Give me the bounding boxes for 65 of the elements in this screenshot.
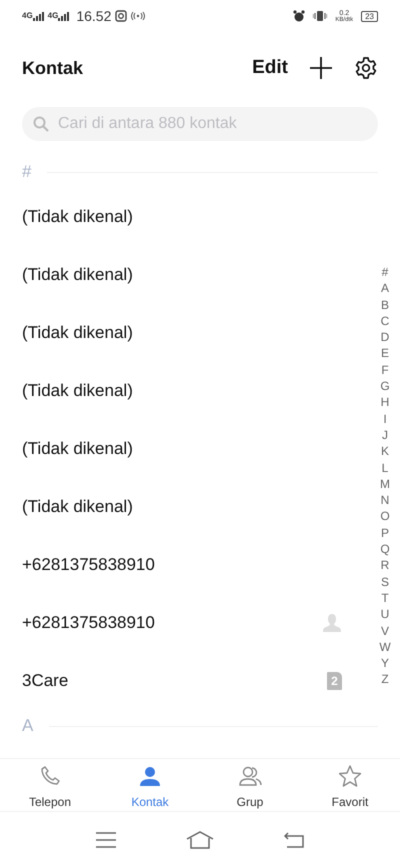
back-button[interactable] [284,832,304,848]
index-letter[interactable]: U [378,606,392,623]
index-letter[interactable]: K [378,443,392,460]
network-type: 4G [22,12,33,20]
index-letter[interactable]: E [378,345,392,362]
contact-row[interactable]: (Tidak dikenal) [0,304,362,362]
tab[interactable]: Grup [200,759,300,811]
tab[interactable]: Kontak [100,759,200,811]
index-letter[interactable]: N [378,492,392,508]
person-icon [322,613,342,633]
sim-badge: 2 [327,672,342,690]
contact-row[interactable]: (Tidak dikenal) [0,246,362,304]
battery-level: 23 [361,10,378,22]
index-letter[interactable]: P [378,524,392,542]
hotspot-icon [131,11,146,21]
section-letter: A [22,715,34,738]
index-letter[interactable]: Q [378,541,392,558]
index-letter[interactable]: S [378,574,392,590]
index-letter[interactable]: G [378,378,392,394]
menu-button[interactable] [96,832,116,848]
phone-icon [38,765,62,787]
group-icon [238,765,262,787]
index-letter[interactable]: R [378,557,392,574]
star-icon [338,765,362,787]
camera-icon [115,10,128,22]
index-letter[interactable]: W [378,638,392,656]
contact-row[interactable]: (Tidak dikenal) [0,188,362,246]
index-letter[interactable]: H [378,394,392,411]
home-button[interactable] [186,831,214,849]
section-letter: # [22,161,32,184]
tab[interactable]: Favorit [300,759,400,811]
contact-row[interactable]: +6281375838910 [0,594,362,652]
index-letter[interactable]: I [378,410,392,427]
index-letter[interactable]: A [378,280,392,297]
index-letter[interactable]: B [378,296,392,313]
person-icon [138,765,162,787]
edit-button[interactable]: Edit [252,54,288,82]
signal-icon [32,12,44,20]
index-letter[interactable]: V [378,622,392,639]
index-letter[interactable]: M [378,476,392,492]
add-button[interactable] [310,57,332,79]
index-letter[interactable]: L [378,460,392,476]
signal-icon [58,12,70,20]
contact-row[interactable]: (Tidak dikenal) [0,478,362,536]
page-title: Kontak [22,56,84,80]
clock-time: 16.52 [76,6,112,26]
vibrate-icon [313,10,328,22]
index-letter[interactable]: # [378,264,392,280]
alarm-icon [293,10,306,22]
index-letter[interactable]: T [378,590,392,606]
contact-row[interactable]: +6281375838910 [0,536,362,594]
index-letter[interactable]: O [378,508,392,525]
settings-button[interactable] [354,56,378,80]
network-type: 4G [48,12,58,20]
index-letter[interactable]: Z [378,671,392,688]
index-letter[interactable]: J [378,426,392,444]
index-letter[interactable]: F [378,362,392,378]
index-letter[interactable]: D [378,329,392,346]
index-letter[interactable]: C [378,312,392,330]
tab[interactable]: Telepon [0,759,100,811]
search-icon [33,116,49,132]
contact-row[interactable]: 3Care 2 [0,652,362,710]
index-letter[interactable]: Y [378,655,392,672]
contact-row[interactable]: (Tidak dikenal) [0,420,362,478]
contact-row[interactable]: (Tidak dikenal) [0,362,362,420]
